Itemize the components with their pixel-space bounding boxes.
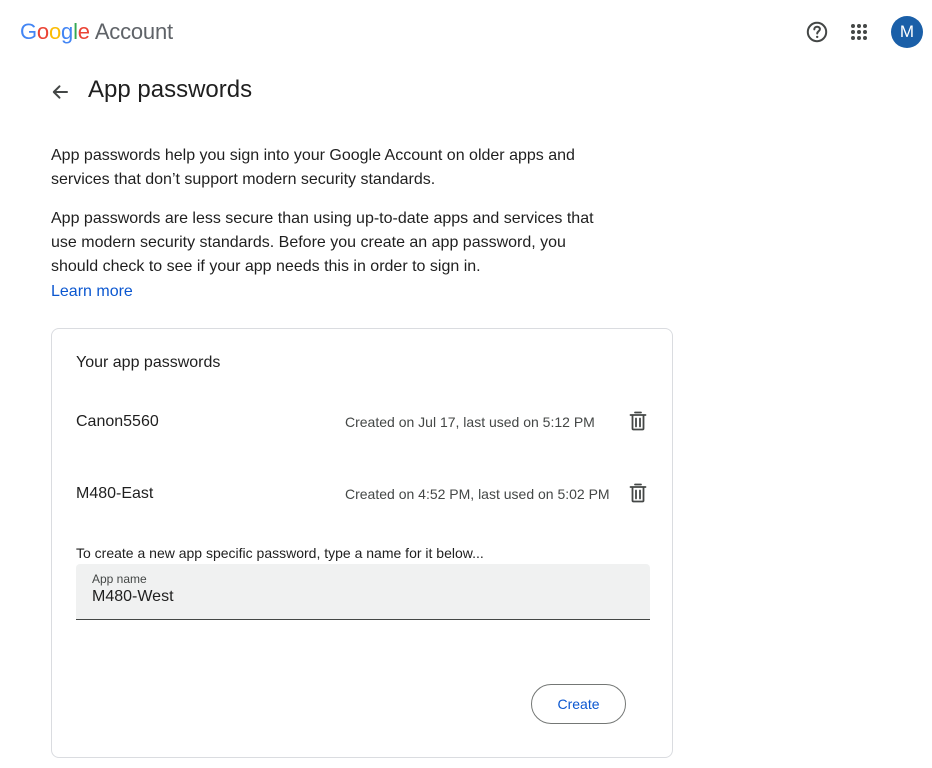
back-arrow-graphic xyxy=(52,85,68,99)
app-name-input[interactable] xyxy=(92,588,632,606)
delete-trash-icon[interactable] xyxy=(626,481,650,505)
app-name-label: App name xyxy=(92,572,147,586)
help-icon-graphic xyxy=(806,21,828,43)
avatar[interactable]: M xyxy=(891,16,923,48)
app-password-name: Canon5560 xyxy=(76,413,159,430)
logo-letter: e xyxy=(77,19,90,44)
create-button[interactable]: Create xyxy=(531,684,626,724)
app-name-field[interactable]: App name xyxy=(76,564,650,620)
logo-letter: g xyxy=(61,19,74,44)
app-password-meta: Created on Jul 17, last used on 5:12 PM xyxy=(345,414,595,430)
logo-letter: G xyxy=(20,19,37,44)
apps-grid-graphic xyxy=(851,24,867,40)
card-title: Your app passwords xyxy=(76,354,221,371)
app-password-name: M480-East xyxy=(76,485,154,502)
apps-grid-icon[interactable] xyxy=(843,16,875,48)
learn-more-link[interactable]: Learn more xyxy=(51,280,133,304)
security-warning-paragraph: App passwords are less secure than using… xyxy=(51,210,594,275)
logo-letter: o xyxy=(36,19,49,44)
delete-trash-icon[interactable] xyxy=(626,409,650,433)
trash-graphic xyxy=(629,483,647,503)
google-account-logo[interactable]: Google Account xyxy=(20,19,173,45)
trash-graphic xyxy=(629,411,647,431)
app-password-meta: Created on 4:52 PM, last used on 5:02 PM xyxy=(345,486,610,502)
logo-letter: o xyxy=(48,19,62,44)
back-arrow-icon[interactable] xyxy=(46,78,74,106)
app-passwords-card: Your app passwords Canon5560 Created on … xyxy=(51,328,673,758)
page-title: App passwords xyxy=(88,76,253,103)
create-password-hint: To create a new app specific password, t… xyxy=(76,545,484,561)
top-bar: Google Account M xyxy=(0,0,932,64)
description-paragraph: App passwords help you sign into your Go… xyxy=(51,147,575,188)
help-icon[interactable] xyxy=(801,16,833,48)
logo-account-text: Account xyxy=(94,19,173,44)
